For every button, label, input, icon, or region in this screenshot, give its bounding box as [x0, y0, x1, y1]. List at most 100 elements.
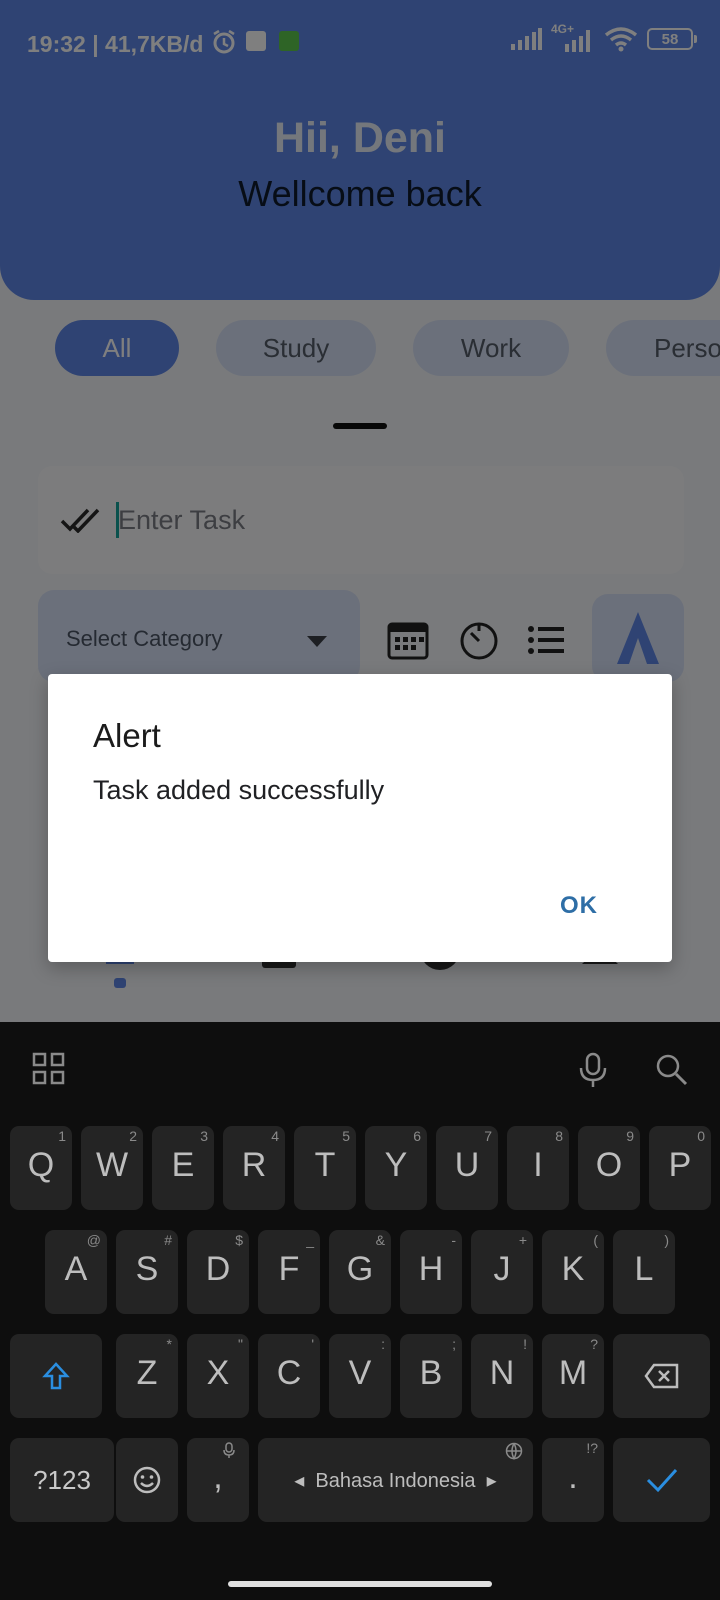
key-w-label: W [95, 1146, 129, 1184]
key-m-hint: ? [590, 1336, 598, 1352]
key-y-hint: 6 [413, 1128, 421, 1144]
key-k-hint: ( [593, 1232, 598, 1248]
key-z-hint: * [166, 1336, 172, 1352]
enter-key[interactable] [613, 1438, 710, 1522]
symbols-key[interactable]: ?123 [10, 1438, 114, 1522]
checkmark-icon [646, 1468, 677, 1493]
key-c-label: C [276, 1354, 302, 1392]
key-x-hint: " [238, 1336, 243, 1352]
key-e[interactable]: 3E [152, 1126, 214, 1210]
key-i-label: I [533, 1146, 543, 1184]
emoji-icon [133, 1466, 161, 1494]
key-q-label: Q [27, 1146, 55, 1184]
key-f[interactable]: _ F [258, 1230, 320, 1314]
dialog-title: Alert [93, 717, 161, 754]
key-t-label: T [314, 1146, 336, 1184]
key-f-label: F [278, 1250, 300, 1288]
key-u[interactable]: 7U [436, 1126, 498, 1210]
globe-icon [505, 1442, 523, 1465]
key-n[interactable]: ! N [471, 1334, 533, 1418]
home-gesture-pill[interactable] [228, 1581, 492, 1587]
key-r-hint: 4 [271, 1128, 279, 1144]
key-y-label: Y [384, 1146, 408, 1184]
key-w[interactable]: 2W [81, 1126, 143, 1210]
key-u-hint: 7 [484, 1128, 492, 1144]
microphone-icon[interactable] [576, 1052, 610, 1093]
key-r[interactable]: 4R [223, 1126, 285, 1210]
key-v-label: V [348, 1354, 372, 1392]
key-g[interactable]: & G [329, 1230, 391, 1314]
key-o[interactable]: 9O [578, 1126, 640, 1210]
key-l-hint: ) [664, 1232, 669, 1248]
key-t-hint: 5 [342, 1128, 350, 1144]
key-h[interactable]: -H [400, 1230, 462, 1314]
key-z-label: Z [136, 1354, 158, 1392]
key-v[interactable]: :V [329, 1334, 391, 1418]
key-f-hint: _ [306, 1232, 314, 1248]
key-d-hint: $ [235, 1232, 243, 1248]
key-j-label: J [493, 1250, 511, 1288]
key-s-label: S [135, 1250, 159, 1288]
key-h-hint: - [451, 1232, 456, 1248]
key-x-label: X [206, 1354, 230, 1392]
key-p[interactable]: 0P [649, 1126, 711, 1210]
shift-key[interactable] [10, 1334, 102, 1418]
key-n-hint: ! [523, 1336, 527, 1352]
key-l-label: L [634, 1250, 654, 1288]
backspace-key[interactable] [613, 1334, 710, 1418]
emoji-key[interactable] [116, 1438, 178, 1522]
key-i[interactable]: 8I [507, 1126, 569, 1210]
keyboard-grid-icon[interactable] [32, 1052, 66, 1091]
key-p-hint: 0 [697, 1128, 705, 1144]
key-e-label: E [171, 1146, 195, 1184]
key-r-label: R [241, 1146, 267, 1184]
key-a-hint: @ [86, 1232, 101, 1248]
key-h-label: H [418, 1250, 444, 1288]
key-q-hint: 1 [58, 1128, 66, 1144]
period-key[interactable]: !? . [542, 1438, 604, 1522]
key-j-hint: + [518, 1232, 527, 1248]
key-z[interactable]: * Z [116, 1334, 178, 1418]
space-key[interactable]: ◂ Bahasa Indonesia ▸ [258, 1438, 533, 1522]
comma-key-label: , [213, 1458, 223, 1496]
key-p-label: P [668, 1146, 692, 1184]
key-l[interactable]: ) L [613, 1230, 675, 1314]
key-n-label: N [489, 1354, 515, 1392]
period-key-hint: !? [586, 1440, 598, 1456]
key-g-hint: & [375, 1232, 385, 1248]
key-u-label: U [454, 1146, 480, 1184]
key-b-label: B [419, 1354, 443, 1392]
comma-key[interactable]: , [187, 1438, 249, 1522]
key-a-label: A [64, 1250, 88, 1288]
key-x[interactable]: " X [187, 1334, 249, 1418]
key-w-hint: 2 [129, 1128, 137, 1144]
key-v-hint: : [381, 1336, 385, 1352]
space-key-label: ◂ Bahasa Indonesia ▸ [294, 1469, 497, 1492]
key-y[interactable]: 6Y [365, 1126, 427, 1210]
ok-button[interactable]: OK [560, 892, 598, 920]
key-s[interactable]: # S [116, 1230, 178, 1314]
key-b[interactable]: ; B [400, 1334, 462, 1418]
key-t[interactable]: 5T [294, 1126, 356, 1210]
key-b-hint: ; [452, 1336, 456, 1352]
dialog-message: Task added successfully [93, 775, 385, 805]
key-k-label: K [561, 1250, 585, 1288]
key-m-label: M [558, 1354, 588, 1392]
backspace-icon [643, 1363, 678, 1389]
key-d[interactable]: $ D [187, 1230, 249, 1314]
period-key-label: . [568, 1458, 578, 1496]
shift-arrow-icon [42, 1362, 70, 1390]
key-e-hint: 3 [200, 1128, 208, 1144]
key-q[interactable]: 1Q [10, 1126, 72, 1210]
key-a[interactable]: @ A [45, 1230, 107, 1314]
key-g-label: G [346, 1250, 374, 1288]
key-c-hint: ' [311, 1336, 314, 1352]
key-o-label: O [595, 1146, 623, 1184]
key-i-hint: 8 [555, 1128, 563, 1144]
key-j[interactable]: + J [471, 1230, 533, 1314]
keyboard-search-icon[interactable] [654, 1052, 688, 1091]
key-k[interactable]: (K [542, 1230, 604, 1314]
key-d-label: D [205, 1250, 231, 1288]
key-m[interactable]: ? M [542, 1334, 604, 1418]
key-c[interactable]: ' C [258, 1334, 320, 1418]
